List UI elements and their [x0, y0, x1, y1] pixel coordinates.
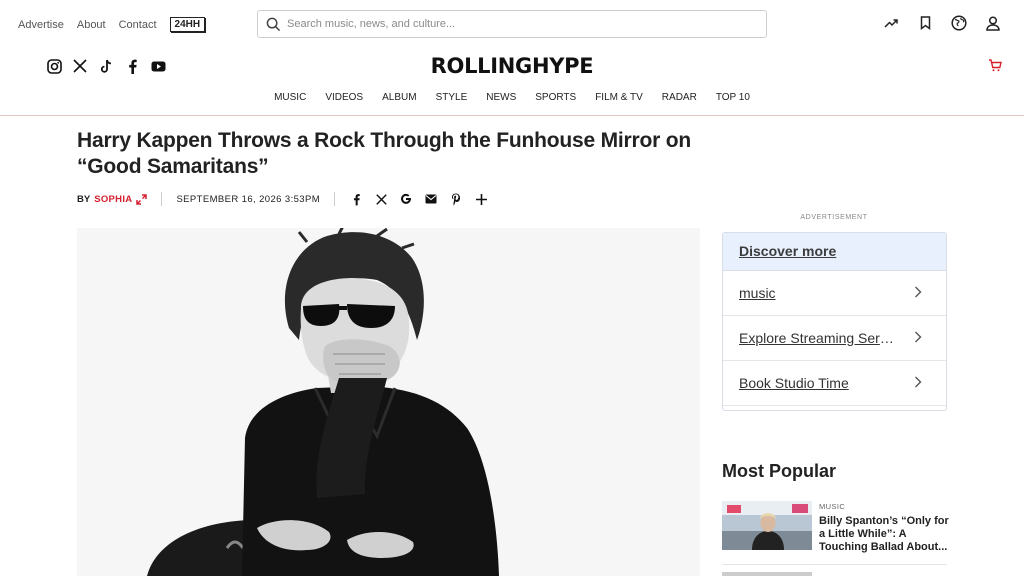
- top-icons: [882, 14, 1002, 32]
- article-title: Harry Kappen Throws a Rock Through the F…: [77, 129, 691, 178]
- popular-item-thumbnail: [722, 572, 812, 576]
- main-nav: MUSIC VIDEOS ALBUM STYLE NEWS SPORTS FIL…: [0, 92, 1024, 103]
- top-bar: Advertise About Contact 24HH: [0, 0, 1024, 48]
- search-bar[interactable]: [257, 10, 767, 38]
- user-icon[interactable]: [984, 14, 1002, 32]
- nav-item-radar[interactable]: RADAR: [662, 92, 697, 103]
- popular-item[interactable]: MUSIC Billy Spanton’s “Only for a Little…: [722, 501, 949, 553]
- nav-item-music[interactable]: MUSIC: [274, 92, 306, 103]
- popular-item-category: MUSIC: [819, 502, 846, 511]
- share-google-icon[interactable]: [399, 192, 413, 206]
- popular-divider: [722, 564, 947, 565]
- search-input[interactable]: [287, 18, 747, 30]
- discover-item-studio[interactable]: Book Studio Time: [723, 361, 946, 406]
- contact-link[interactable]: Contact: [119, 19, 157, 31]
- discover-more-box: Discover more music Explore Streaming Se…: [722, 232, 947, 411]
- about-link[interactable]: About: [77, 19, 106, 31]
- discover-item-streaming[interactable]: Explore Streaming Services: [723, 316, 946, 361]
- nav-divider: [0, 115, 1024, 116]
- nav-item-top-10[interactable]: TOP 10: [716, 92, 750, 103]
- share-x-icon[interactable]: [374, 192, 388, 206]
- share-pinterest-icon[interactable]: [449, 192, 463, 206]
- nav-item-film-tv[interactable]: FILM & TV: [595, 92, 643, 103]
- globe-icon[interactable]: [950, 14, 968, 32]
- popular-item-thumbnail: [722, 501, 812, 550]
- discover-item-music[interactable]: music: [723, 271, 946, 316]
- hero-photo-illustration: [77, 228, 700, 576]
- discover-item-label: music: [739, 285, 776, 301]
- 24hh-badge-link[interactable]: 24HH: [169, 17, 206, 32]
- byline-divider: [334, 192, 336, 206]
- byline-divider: [161, 192, 163, 206]
- discover-item-label: Explore Streaming Services: [739, 330, 899, 346]
- publish-date: SEPTEMBER 16, 2026 3:53PM: [176, 193, 321, 205]
- byline: BY SOPHIA SEPTEMBER 16, 2026 3:53PM: [77, 192, 488, 206]
- nav-item-sports[interactable]: SPORTS: [535, 92, 576, 103]
- advertisement-label: ADVERTISEMENT: [800, 214, 868, 221]
- share-facebook-icon[interactable]: [349, 192, 363, 206]
- share-plus-icon[interactable]: [474, 192, 488, 206]
- trending-icon[interactable]: [882, 14, 900, 32]
- nav-item-videos[interactable]: VIDEOS: [325, 92, 363, 103]
- bookmark-icon[interactable]: [916, 14, 934, 32]
- chevron-right-icon: [914, 375, 922, 391]
- discover-item-label: Book Studio Time: [739, 375, 849, 391]
- site-logo[interactable]: ROLLINGHYPE: [0, 54, 1024, 78]
- cart-icon[interactable]: [988, 59, 1002, 72]
- expand-icon[interactable]: [136, 193, 148, 205]
- chevron-right-icon: [914, 285, 922, 301]
- discover-more-title[interactable]: Discover more: [723, 233, 946, 271]
- author-link[interactable]: SOPHIA: [94, 194, 132, 205]
- share-buttons: [349, 192, 488, 206]
- hero-image: [77, 228, 700, 576]
- share-email-icon[interactable]: [424, 192, 438, 206]
- by-label: BY: [77, 193, 91, 205]
- nav-item-style[interactable]: STYLE: [436, 92, 468, 103]
- nav-item-album[interactable]: ALBUM: [382, 92, 416, 103]
- nav-item-news[interactable]: NEWS: [486, 92, 516, 103]
- popular-item-title: Billy Spanton’s “Only for a Little While…: [819, 515, 949, 553]
- advertise-link[interactable]: Advertise: [18, 19, 64, 31]
- most-popular-heading: Most Popular: [722, 461, 837, 481]
- search-icon: [266, 17, 281, 31]
- utility-links: Advertise About Contact 24HH: [18, 17, 206, 32]
- chevron-right-icon: [914, 330, 922, 346]
